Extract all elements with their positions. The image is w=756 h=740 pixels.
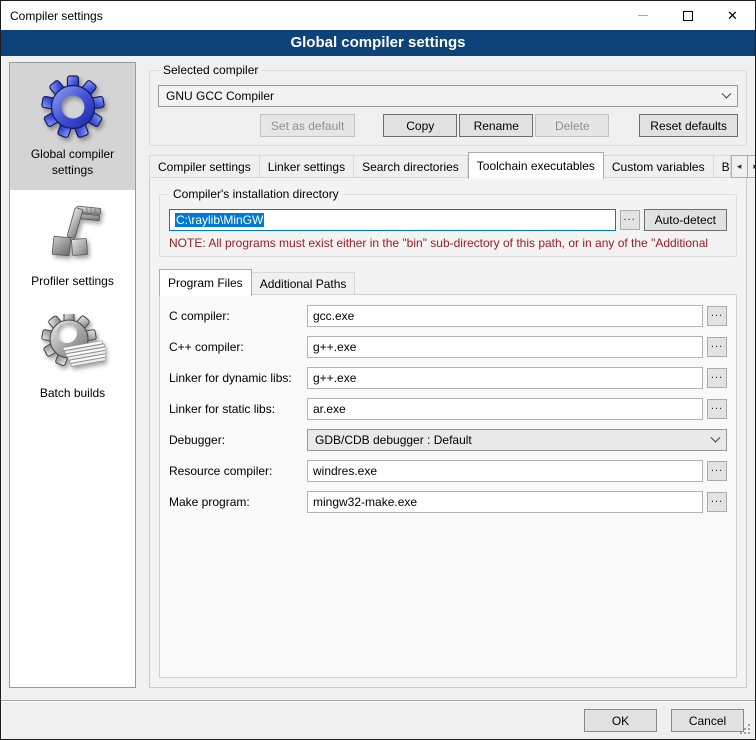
installation-directory-row: C:\raylib\MinGW ... Auto-detect — [169, 209, 727, 231]
program-files-panel: C compiler: gcc.exe ... C++ compiler: g+… — [159, 294, 737, 678]
form-row-dynamic-linker: Linker for dynamic libs: g++.exe ... — [169, 367, 727, 389]
debugger-select-value: GDB/CDB debugger : Default — [315, 433, 712, 447]
c-compiler-input[interactable]: gcc.exe — [307, 305, 703, 327]
cpp-compiler-input[interactable]: g++.exe — [307, 336, 703, 358]
resize-grip[interactable] — [740, 724, 752, 736]
close-icon: ✕ — [727, 9, 738, 22]
sidebar-item-batch-builds[interactable]: Batch builds — [10, 302, 135, 414]
make-program-browse-button[interactable]: ... — [707, 492, 727, 512]
tab-scroll-right-button[interactable]: ▸ — [748, 155, 756, 178]
left-arrow-icon: ◂ — [737, 161, 742, 172]
sidebar-item-label: Batch builds — [40, 386, 105, 402]
program-tabs: Program Files Additional Paths — [159, 269, 737, 295]
form-row-cpp-compiler: C++ compiler: g++.exe ... — [169, 336, 727, 358]
tab-compiler-settings[interactable]: Compiler settings — [149, 155, 260, 178]
sidebar-item-global-compiler-settings[interactable]: Global compiler settings — [10, 63, 135, 190]
form-row-static-linker: Linker for static libs: ar.exe ... — [169, 398, 727, 420]
set-as-default-button[interactable]: Set as default — [260, 114, 355, 137]
debugger-select[interactable]: GDB/CDB debugger : Default — [307, 429, 727, 451]
field-label: Linker for static libs: — [169, 402, 307, 416]
copy-button[interactable]: Copy — [383, 114, 457, 137]
compiler-actions: Set as default Copy Rename Delete Reset … — [158, 114, 738, 137]
compiler-select[interactable]: GNU GCC Compiler — [158, 85, 738, 107]
installation-directory-group: Compiler's installation directory C:\ray… — [159, 194, 737, 257]
dynamic-linker-browse-button[interactable]: ... — [707, 368, 727, 388]
static-linker-input[interactable]: ar.exe — [307, 398, 703, 420]
c-compiler-browse-button[interactable]: ... — [707, 306, 727, 326]
dialog-footer: OK Cancel — [1, 700, 755, 739]
dynamic-linker-input[interactable]: g++.exe — [307, 367, 703, 389]
form-row-make-program: Make program: mingw32-make.exe ... — [169, 491, 727, 513]
form-row-resource-compiler: Resource compiler: windres.exe ... — [169, 460, 727, 482]
form-row-debugger: Debugger: GDB/CDB debugger : Default — [169, 429, 727, 451]
autodetect-button[interactable]: Auto-detect — [644, 209, 727, 231]
sidebar-item-label: Global compiler settings — [13, 147, 132, 178]
cancel-button[interactable]: Cancel — [671, 709, 744, 732]
sidebar-item-profiler-settings[interactable]: Profiler settings — [10, 190, 135, 302]
field-label: Linker for dynamic libs: — [169, 371, 307, 385]
resource-compiler-browse-button[interactable]: ... — [707, 461, 727, 481]
sidebar: Global compiler settings — [9, 62, 136, 688]
compiler-settings-dialog: Compiler settings ✕ Global compiler sett… — [0, 0, 756, 740]
main-panel: Selected compiler GNU GCC Compiler Set a… — [149, 62, 747, 688]
chevron-down-icon — [711, 432, 721, 442]
blue-gear-icon — [41, 75, 105, 139]
titlebar: Compiler settings ✕ — [1, 1, 755, 30]
cpp-compiler-browse-button[interactable]: ... — [707, 337, 727, 357]
group-label: Compiler's installation directory — [169, 187, 343, 201]
minimize-icon — [638, 15, 648, 16]
rename-button[interactable]: Rename — [459, 114, 533, 137]
tab-additional-paths[interactable]: Additional Paths — [252, 272, 356, 295]
group-label: Selected compiler — [159, 63, 262, 77]
field-label: C++ compiler: — [169, 340, 307, 354]
install-dir-browse-button[interactable]: ... — [620, 210, 640, 230]
caliper-icon — [41, 202, 105, 266]
window-title: Compiler settings — [1, 9, 620, 23]
delete-button[interactable]: Delete — [535, 114, 609, 137]
toolchain-executables-page: Compiler's installation directory C:\ray… — [149, 177, 747, 688]
install-dir-value: C:\raylib\MinGW — [175, 213, 264, 227]
tab-scroll-buttons: ◂ ▸ — [731, 155, 756, 178]
compiler-tabs: Compiler settings Linker settings Search… — [149, 152, 747, 178]
install-dir-input[interactable]: C:\raylib\MinGW — [169, 209, 616, 231]
selected-compiler-group: Selected compiler GNU GCC Compiler Set a… — [149, 70, 747, 146]
field-label: Debugger: — [169, 433, 307, 447]
compiler-select-value: GNU GCC Compiler — [166, 89, 723, 103]
note-text: NOTE: All programs must exist either in … — [169, 236, 727, 250]
tab-scroll-left-button[interactable]: ◂ — [731, 155, 748, 178]
static-linker-browse-button[interactable]: ... — [707, 399, 727, 419]
close-button[interactable]: ✕ — [710, 1, 755, 30]
tab-search-directories[interactable]: Search directories — [354, 155, 468, 178]
reset-defaults-button[interactable]: Reset defaults — [639, 114, 738, 137]
make-program-input[interactable]: mingw32-make.exe — [307, 491, 703, 513]
resource-compiler-input[interactable]: windres.exe — [307, 460, 703, 482]
maximize-button[interactable] — [665, 1, 710, 30]
field-label: Make program: — [169, 495, 307, 509]
field-label: Resource compiler: — [169, 464, 307, 478]
chevron-down-icon — [722, 88, 732, 98]
form-row-c-compiler: C compiler: gcc.exe ... — [169, 305, 727, 327]
page-title: Global compiler settings — [1, 30, 755, 56]
gray-gear-papers-icon — [41, 314, 105, 378]
minimize-button[interactable] — [620, 1, 665, 30]
tab-linker-settings[interactable]: Linker settings — [260, 155, 354, 178]
dialog-body: Global compiler settings — [1, 56, 755, 700]
tab-build-options[interactable]: Builc — [714, 155, 731, 178]
field-label: C compiler: — [169, 309, 307, 323]
ok-button[interactable]: OK — [584, 709, 657, 732]
tab-program-files[interactable]: Program Files — [159, 269, 252, 296]
tab-toolchain-executables[interactable]: Toolchain executables — [468, 152, 604, 179]
sidebar-item-label: Profiler settings — [31, 274, 114, 290]
maximize-icon — [683, 11, 693, 21]
tab-custom-variables[interactable]: Custom variables — [604, 155, 714, 178]
